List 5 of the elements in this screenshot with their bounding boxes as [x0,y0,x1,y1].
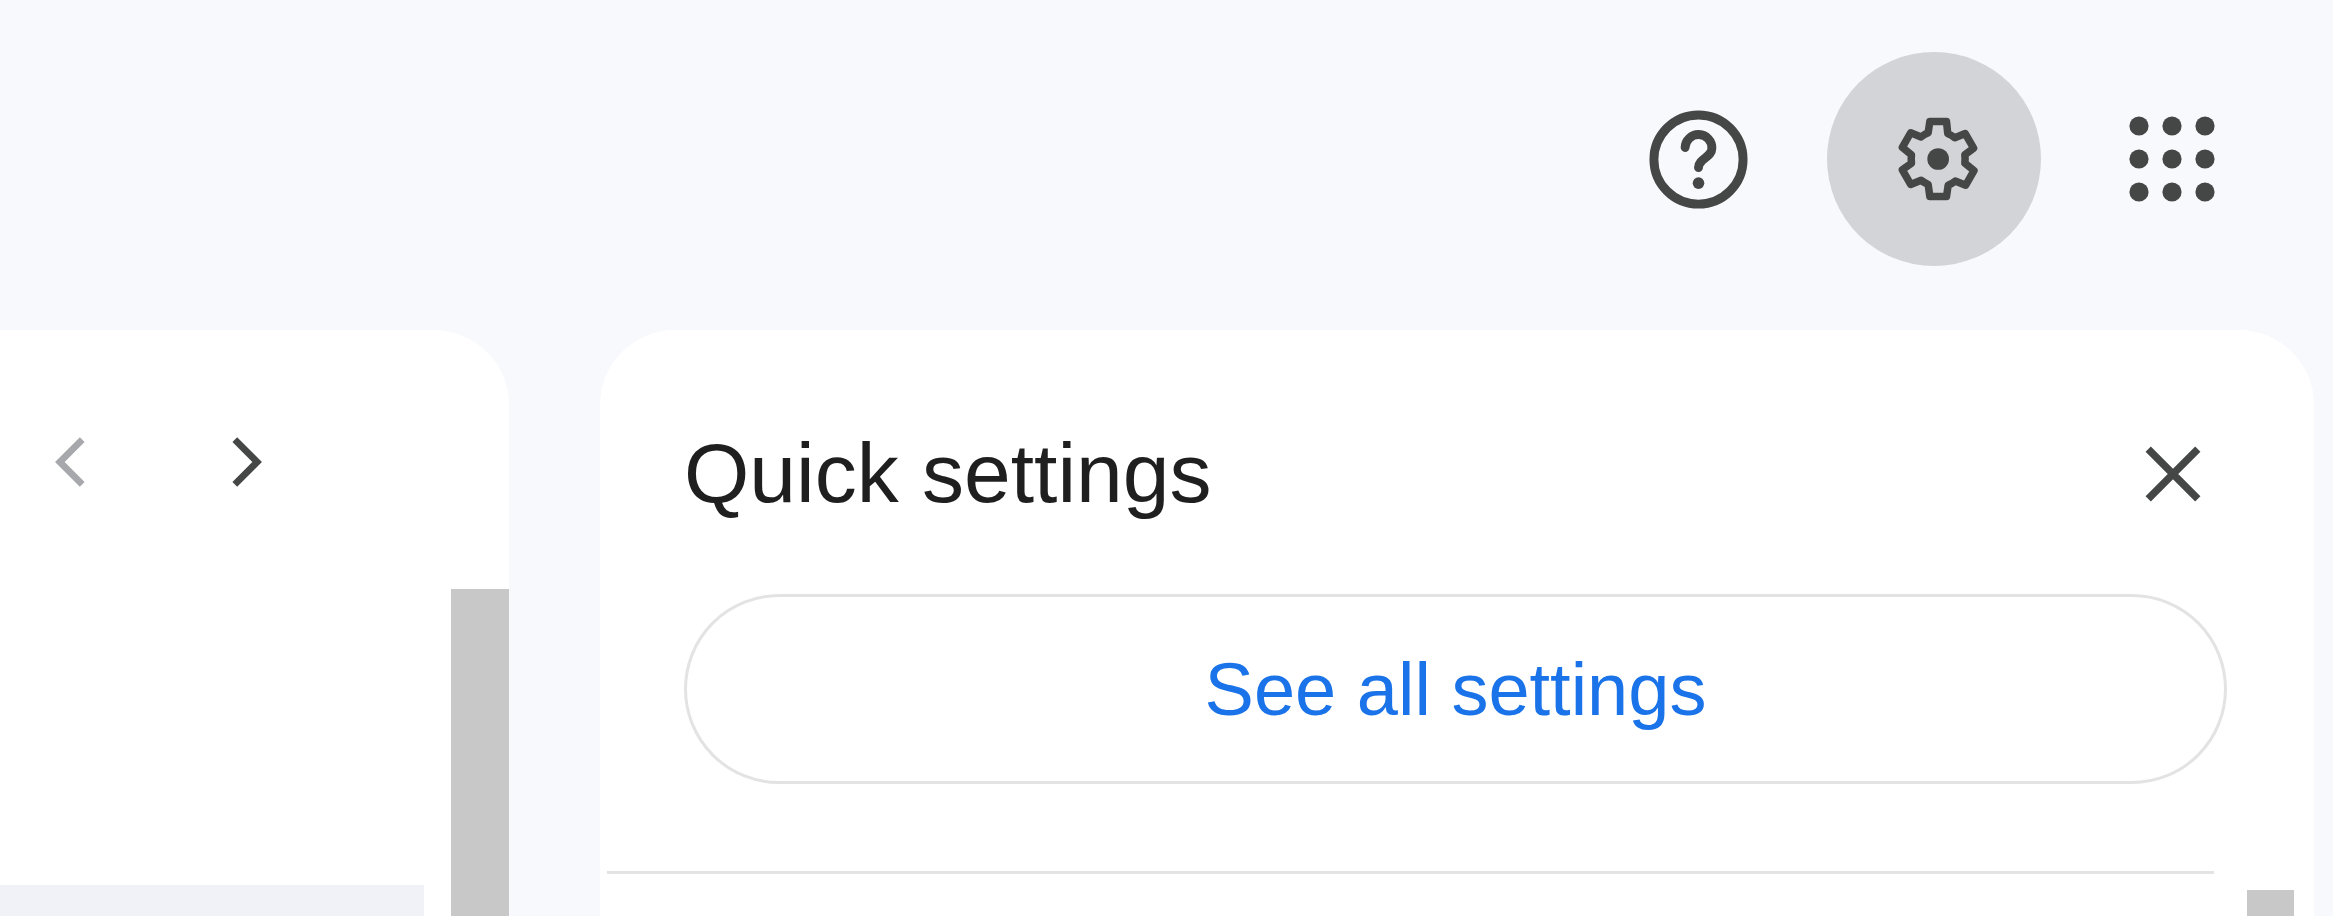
apps-grid-icon[interactable] [2127,114,2217,204]
scrollbar-thumb[interactable] [2247,890,2294,916]
scrollbar-thumb[interactable] [451,589,509,916]
see-all-settings-button[interactable]: See all settings [684,594,2227,784]
panel-title: Quick settings [684,425,1212,522]
